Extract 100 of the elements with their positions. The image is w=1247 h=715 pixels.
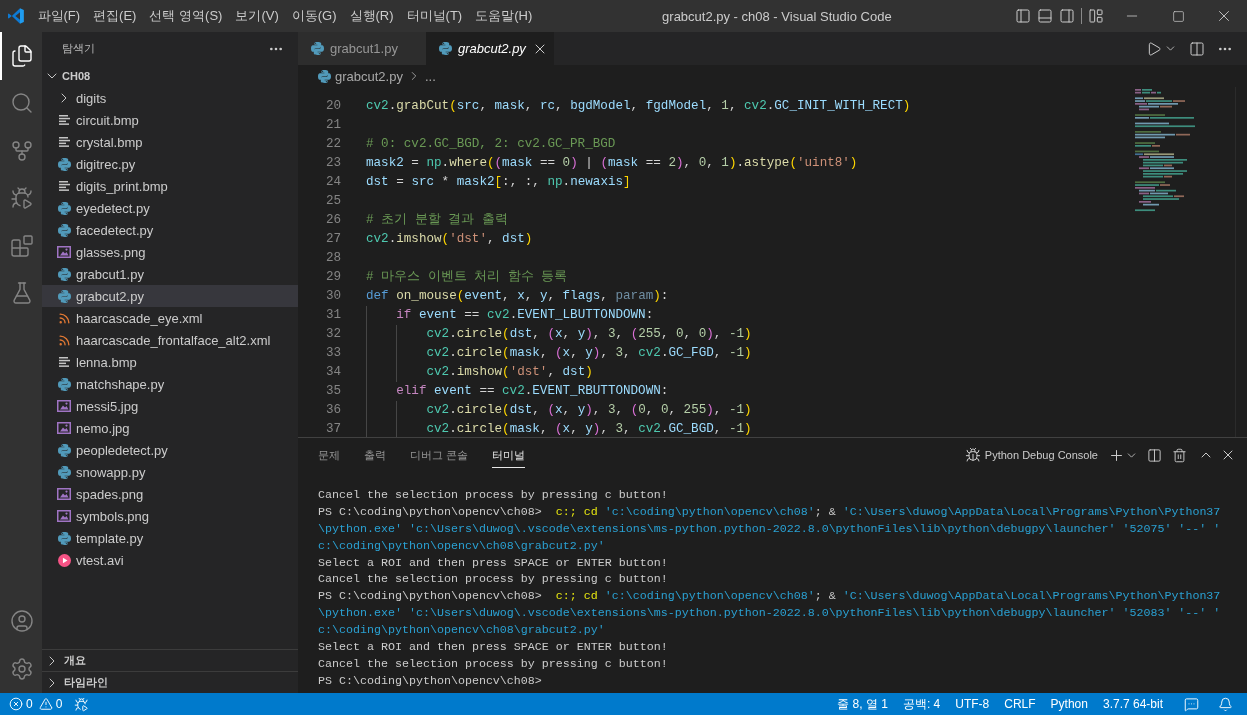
python-file-icon bbox=[438, 42, 452, 55]
terminal-line: Cancel the selection process by pressing c button! bbox=[318, 655, 668, 673]
menu-item[interactable]: 실행(R) bbox=[343, 7, 401, 25]
file-item[interactable]: spades.png bbox=[42, 483, 298, 505]
folder-header[interactable]: CH08 bbox=[42, 65, 298, 87]
menu-item[interactable]: 터미널(T) bbox=[400, 7, 469, 25]
file-item[interactable]: glasses.png bbox=[42, 241, 298, 263]
split-terminal-icon[interactable] bbox=[1147, 447, 1162, 463]
editor-tab[interactable]: grabcut2.py bbox=[425, 32, 554, 65]
menu-item[interactable]: 도움말(H) bbox=[468, 7, 539, 25]
line-number: 31 bbox=[325, 307, 341, 324]
status-item[interactable]: 공백: 4 bbox=[902, 695, 941, 713]
image-file-icon bbox=[57, 246, 71, 258]
status-item[interactable]: Python bbox=[1050, 697, 1088, 711]
line-number: 21 bbox=[325, 117, 341, 134]
menu-item[interactable]: 파일(F) bbox=[31, 7, 87, 25]
python-file-icon bbox=[57, 443, 71, 457]
file-item[interactable]: grabcut2.py bbox=[42, 285, 298, 307]
line-number: 37 bbox=[325, 421, 341, 437]
file-item[interactable]: messi5.jpg bbox=[42, 395, 298, 417]
line-number: 24 bbox=[325, 174, 341, 191]
breadcrumb-item[interactable]: grabcut2.py bbox=[335, 68, 403, 84]
section-header[interactable]: 개요 bbox=[42, 649, 298, 671]
bug-play-icon[interactable] bbox=[74, 696, 90, 712]
minimap-drawing[interactable] bbox=[1133, 89, 1197, 213]
bug-icon bbox=[964, 447, 981, 463]
layout-icon[interactable] bbox=[1088, 8, 1104, 24]
code-line: cv2.circle(dst, (x, y), 3, (255, 0, 0), -1) bbox=[426, 326, 752, 343]
branch-icon[interactable] bbox=[10, 138, 34, 163]
file-item[interactable]: symbols.png bbox=[42, 505, 298, 527]
menu-item[interactable]: 편집(E) bbox=[86, 7, 143, 25]
panel-bottom-icon[interactable] bbox=[1037, 8, 1053, 24]
split-editor-icon[interactable] bbox=[1189, 40, 1205, 57]
file-item[interactable]: facedetect.py bbox=[42, 219, 298, 241]
line-number: 26 bbox=[325, 212, 341, 229]
panel-tab[interactable]: 디버그 콘솔 bbox=[410, 442, 469, 468]
blocks-icon[interactable] bbox=[10, 233, 34, 258]
sidebar-title: 탐색기 bbox=[62, 41, 95, 56]
panel-left-icon[interactable] bbox=[1015, 8, 1031, 24]
status-item[interactable]: CRLF bbox=[1004, 697, 1036, 711]
code-line: cv2.circle(dst, (x, y), 3, (0, 0, 255), -1) bbox=[426, 402, 752, 419]
bell-icon[interactable] bbox=[1218, 696, 1233, 712]
speech-bubble-icon[interactable] bbox=[1184, 696, 1199, 712]
file-item[interactable]: template.py bbox=[42, 527, 298, 549]
problems-button[interactable]: 0 0 bbox=[0, 697, 63, 711]
flask-icon[interactable] bbox=[10, 281, 34, 306]
image-file-icon bbox=[57, 422, 71, 434]
file-item[interactable]: grabcut1.py bbox=[42, 263, 298, 285]
editor-tab[interactable]: grabcut1.py bbox=[298, 32, 426, 65]
breadcrumb-item[interactable]: ... bbox=[424, 68, 436, 84]
python-file-icon bbox=[57, 157, 71, 171]
status-item[interactable]: 줄 8, 열 1 bbox=[837, 695, 888, 713]
terminal-line: Cancel the selection process by pressing c button! bbox=[318, 571, 668, 589]
terminal-line: c:\coding\python\opencv\ch08\grabcut2.py' bbox=[318, 622, 605, 639]
file-item[interactable]: crystal.bmp bbox=[42, 131, 298, 153]
panel-tab[interactable]: 문제 bbox=[318, 442, 340, 468]
file-item[interactable]: matchshape.py bbox=[42, 373, 298, 395]
rss-icon bbox=[57, 311, 71, 325]
python-file-icon bbox=[57, 289, 71, 303]
status-item[interactable]: UTF-8 bbox=[955, 697, 990, 711]
status-item[interactable]: 3.7.7 64-bit bbox=[1102, 697, 1163, 711]
panel-tab[interactable]: 터미널 bbox=[492, 442, 526, 468]
file-item[interactable]: haarcascade_frontalface_alt2.xml bbox=[42, 329, 298, 351]
line-number: 22 bbox=[325, 136, 341, 153]
menu-item[interactable]: 이동(G) bbox=[285, 7, 344, 25]
file-item[interactable]: haarcascade_eye.xml bbox=[42, 307, 298, 329]
terminal-line: c:\coding\python\opencv\ch08\grabcut2.py' bbox=[318, 537, 605, 555]
panel-tab[interactable]: 출력 bbox=[364, 442, 386, 468]
code-line: # 초기 분할 결과 출력 bbox=[366, 212, 508, 229]
file-item[interactable]: lenna.bmp bbox=[42, 351, 298, 373]
file-item[interactable]: digitrec.py bbox=[42, 153, 298, 175]
file-item[interactable]: snowapp.py bbox=[42, 461, 298, 483]
maximize-icon[interactable] bbox=[1171, 9, 1185, 23]
files-icon[interactable] bbox=[10, 43, 34, 68]
menu-item[interactable]: 보기(V) bbox=[228, 7, 286, 25]
file-item[interactable]: eyedetect.py bbox=[42, 197, 298, 219]
panel-right-icon[interactable] bbox=[1059, 8, 1075, 24]
settings-icon[interactable] bbox=[10, 657, 34, 681]
terminal-line: PS C:\coding\python\opencv\ch08> c:; cd 'c:\coding\python\opencv\ch08'; & 'C:\Users\duwog\AppData\Local\Programs\Python\Python37 bbox=[318, 588, 1221, 606]
bug-play-icon[interactable] bbox=[10, 186, 34, 211]
file-item[interactable]: peopledetect.py bbox=[42, 439, 298, 461]
terminal-name[interactable]: Python Debug Console bbox=[984, 449, 1098, 461]
code-line: mask2 = np.where((mask == 0) | (mask == 2), 0, 1).astype('uint8') bbox=[366, 155, 858, 172]
error-icon bbox=[9, 697, 23, 711]
menu-item[interactable]: 선택 영역(S) bbox=[142, 7, 229, 25]
code-line: # 0: cv2.GC_BGD, 2: cv2.GC_PR_BGD bbox=[366, 136, 616, 153]
terminal-line: Select a ROI and then press SPACE or ENTER button! bbox=[318, 639, 668, 656]
file-item[interactable]: circuit.bmp bbox=[42, 109, 298, 131]
line-number: 36 bbox=[325, 402, 341, 419]
trash-icon[interactable] bbox=[1172, 447, 1187, 463]
file-item[interactable]: vtest.avi bbox=[42, 549, 298, 571]
code-line: cv2.circle(mask, (x, y), 3, cv2.GC_FGD, -1) bbox=[426, 345, 752, 362]
image-file-icon bbox=[57, 488, 71, 500]
account-icon[interactable] bbox=[10, 609, 34, 633]
file-item[interactable]: digits bbox=[42, 87, 298, 109]
file-item[interactable]: digits_print.bmp bbox=[42, 175, 298, 197]
image-file-icon bbox=[57, 400, 71, 412]
file-lines-icon bbox=[58, 357, 70, 367]
file-item[interactable]: nemo.jpg bbox=[42, 417, 298, 439]
play-icon[interactable] bbox=[1146, 40, 1162, 57]
